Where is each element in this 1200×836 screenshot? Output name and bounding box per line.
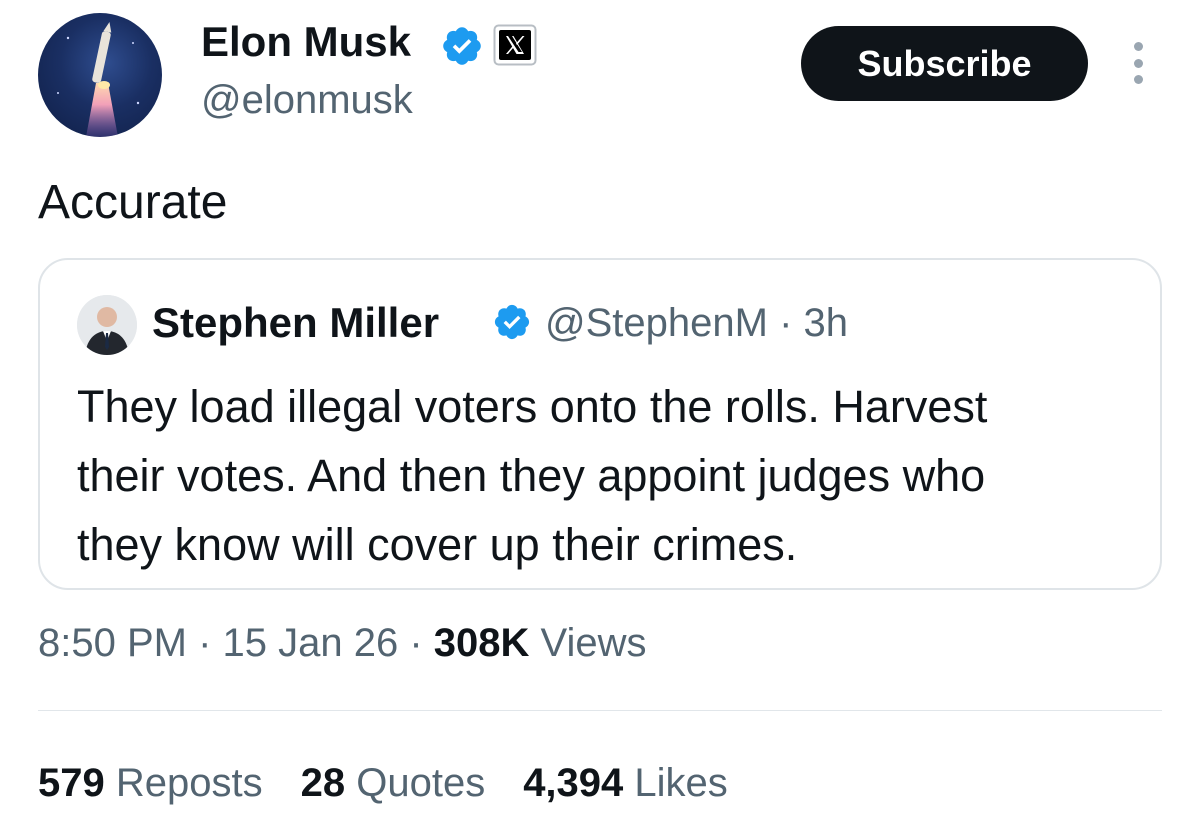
quotes-count: 28 <box>300 761 346 805</box>
quoted-tweet-time[interactable]: 3h <box>804 301 849 345</box>
author-handle[interactable]: @elonmusk <box>201 76 413 124</box>
quoted-tweet-line: their votes. And then they appoint judge… <box>77 450 986 501</box>
reposts-label: Reposts <box>104 761 263 805</box>
likes-stat[interactable]: 4,394 Likes <box>523 761 728 805</box>
likes-label: Likes <box>623 761 728 805</box>
quoted-tweet-line: They load illegal voters onto the rolls.… <box>77 381 988 432</box>
x-logo-icon[interactable] <box>493 24 537 66</box>
quoted-tweet-line: they know will cover up their crimes. <box>77 519 798 570</box>
quoted-tweet-meta: @StephenM · 3h <box>545 297 848 349</box>
author-name[interactable]: Elon Musk <box>201 16 411 68</box>
quoted-author-avatar[interactable] <box>77 295 137 355</box>
author-avatar[interactable] <box>38 13 162 137</box>
quoted-author-name[interactable]: Stephen Miller <box>152 297 439 349</box>
verified-badge-icon <box>492 302 532 342</box>
views-label: Views <box>529 621 647 665</box>
views-count: 308K <box>433 621 530 665</box>
tweet-date[interactable]: 15 Jan 26 <box>223 621 399 665</box>
reposts-stat[interactable]: 579 Reposts <box>38 761 263 805</box>
meta-separator: · <box>398 621 434 665</box>
quotes-label: Quotes <box>345 761 486 805</box>
verified-badge-icon <box>440 24 484 68</box>
tweet-text: Accurate <box>38 176 228 229</box>
engagement-stats: 579 Reposts 28 Quotes 4,394 Likes <box>38 755 728 811</box>
meta-separator: · <box>767 301 804 345</box>
divider <box>38 710 1162 711</box>
reposts-count: 579 <box>38 761 105 805</box>
tweet-timestamp-row: 8:50 PM · 15 Jan 26 · 308K Views <box>38 615 646 671</box>
quotes-stat[interactable]: 28 Quotes <box>301 761 486 805</box>
quoted-tweet-text: They load illegal voters onto the rolls.… <box>77 372 1147 579</box>
subscribe-button[interactable]: Subscribe <box>801 26 1088 101</box>
rocket-launch-avatar-image <box>57 21 140 137</box>
meta-separator: · <box>186 621 223 665</box>
likes-count: 4,394 <box>523 761 624 805</box>
quoted-author-handle[interactable]: @StephenM <box>545 301 768 345</box>
more-options-button[interactable] <box>1118 38 1158 88</box>
person-portrait-image <box>77 295 137 355</box>
tweet-time[interactable]: 8:50 PM <box>38 621 187 665</box>
vertical-ellipsis-icon <box>1133 42 1143 51</box>
